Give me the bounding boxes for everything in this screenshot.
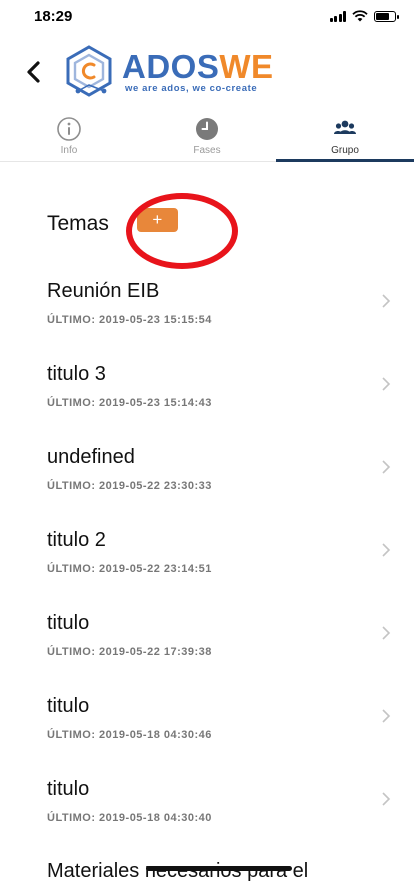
topic-title: undefined <box>47 446 135 468</box>
chevron-right-icon <box>382 709 391 723</box>
group-icon <box>334 120 356 134</box>
chevron-right-icon <box>382 377 391 391</box>
topic-title: titulo <box>47 778 90 800</box>
tab-fases-label: Fases <box>193 145 221 156</box>
topic-item[interactable]: titulo ÚLTIMO: 2019-05-22 17:39:38 <box>0 608 414 691</box>
back-arrow-icon[interactable] <box>20 54 48 90</box>
tab-grupo[interactable]: Grupo <box>276 110 414 162</box>
next-section-title: Materiales necesarios para el <box>47 860 309 882</box>
topic-list: Reunión EIB ÚLTIMO: 2019-05-23 15:15:54 … <box>0 276 414 857</box>
topic-title: titulo 3 <box>47 363 106 385</box>
topic-last-updated: ÚLTIMO: 2019-05-22 17:39:38 <box>47 646 212 658</box>
topic-last-updated: ÚLTIMO: 2019-05-23 15:15:54 <box>47 314 212 326</box>
topic-last-updated: ÚLTIMO: 2019-05-18 04:30:40 <box>47 812 212 824</box>
tab-grupo-label: Grupo <box>331 145 359 156</box>
topic-title: titulo <box>47 612 90 634</box>
app-logo: ADOSWE we are ados, we co-create <box>62 44 274 98</box>
logo-word: ADOSWE <box>122 47 274 85</box>
tab-bar: Info Fases Grupo <box>0 110 414 162</box>
topic-title: titulo 2 <box>47 529 106 551</box>
signal-icon <box>329 10 346 22</box>
section-title: Temas <box>47 212 109 235</box>
clock-icon <box>196 118 218 140</box>
chevron-right-icon <box>382 294 391 308</box>
chevron-right-icon <box>382 792 391 806</box>
topic-item[interactable]: Reunión EIB ÚLTIMO: 2019-05-23 15:15:54 <box>0 276 414 359</box>
logo-word-ados: ADOS <box>122 47 220 85</box>
chevron-right-icon <box>382 543 391 557</box>
topic-last-updated: ÚLTIMO: 2019-05-18 04:30:46 <box>47 729 212 741</box>
topic-item[interactable]: titulo 3 ÚLTIMO: 2019-05-23 15:14:43 <box>0 359 414 442</box>
topic-last-updated: ÚLTIMO: 2019-05-22 23:14:51 <box>47 563 212 575</box>
chevron-right-icon <box>382 460 391 474</box>
topic-item[interactable]: titulo 2 ÚLTIMO: 2019-05-22 23:14:51 <box>0 525 414 608</box>
tab-info[interactable]: Info <box>0 110 138 161</box>
topic-title: Reunión EIB <box>47 280 160 302</box>
topic-item[interactable]: titulo ÚLTIMO: 2019-05-18 04:30:40 <box>0 774 414 857</box>
info-icon <box>57 117 81 141</box>
header: ADOSWE we are ados, we co-create <box>0 40 414 104</box>
tab-fases[interactable]: Fases <box>138 110 276 161</box>
topic-last-updated: ÚLTIMO: 2019-05-22 23:30:33 <box>47 480 212 492</box>
status-bar: 18:29 <box>0 0 414 34</box>
topic-title: titulo <box>47 695 90 717</box>
chevron-right-icon <box>382 626 391 640</box>
status-time: 18:29 <box>34 8 73 25</box>
tab-info-label: Info <box>60 145 78 156</box>
topic-item[interactable]: titulo ÚLTIMO: 2019-05-18 04:30:46 <box>0 691 414 774</box>
battery-icon <box>374 10 399 22</box>
home-indicator <box>146 866 292 871</box>
topic-item[interactable]: undefined ÚLTIMO: 2019-05-22 23:30:33 <box>0 442 414 525</box>
highlight-annotation-circle <box>126 193 238 269</box>
logo-mark-icon <box>66 45 112 97</box>
wifi-icon <box>352 10 368 22</box>
status-icons <box>329 10 399 22</box>
logo-word-we: WE <box>219 47 274 85</box>
logo-text: ADOSWE we are ados, we co-create <box>122 47 274 94</box>
topic-last-updated: ÚLTIMO: 2019-05-23 15:14:43 <box>47 397 212 409</box>
logo-tagline: we are ados, we co-create <box>125 82 258 94</box>
